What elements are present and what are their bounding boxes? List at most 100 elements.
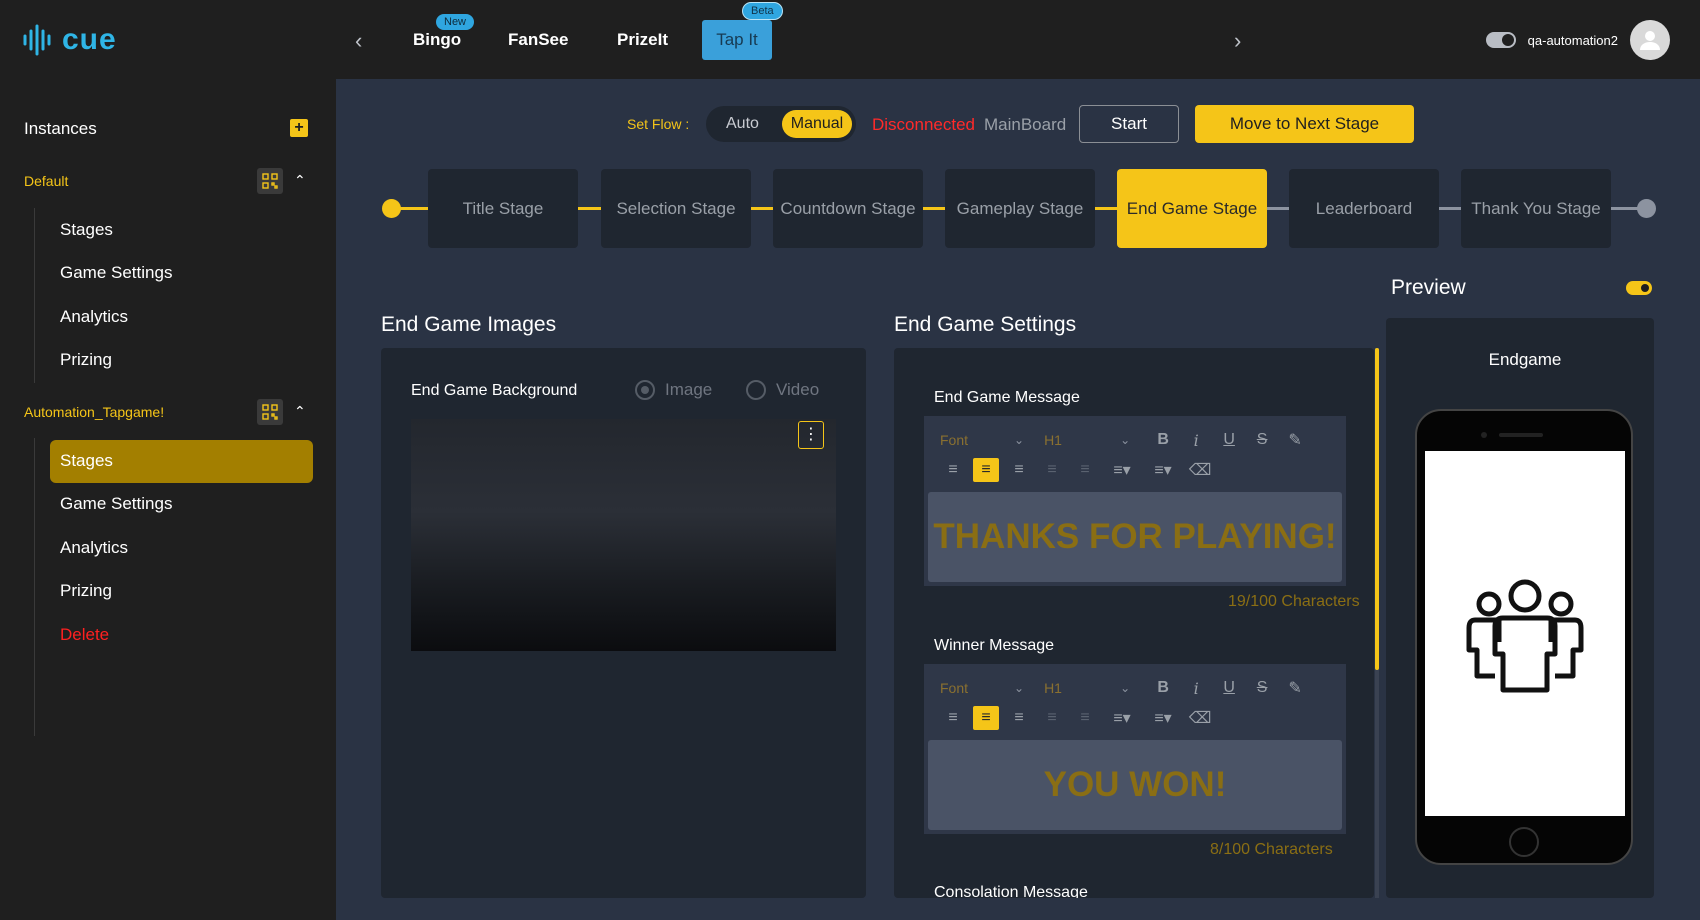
new-badge: New xyxy=(436,14,475,30)
editor-toolbar-row: ≡ ≡ ≡ ≡ ≡ ≡▾ ≡▾ ⌫ xyxy=(940,706,1220,730)
nav-item-label: Tap It xyxy=(716,30,758,49)
timeline-connector xyxy=(400,207,428,210)
winner-message-text[interactable]: YOU WON! xyxy=(928,740,1342,830)
nav-item-prizeit[interactable]: PrizeIt xyxy=(617,30,668,50)
italic-icon[interactable]: i xyxy=(1183,428,1209,452)
stage-leaderboard[interactable]: Leaderboard xyxy=(1289,169,1439,248)
radio-icon xyxy=(635,380,655,400)
bold-icon[interactable]: B xyxy=(1150,428,1176,452)
end-game-message-label: End Game Message xyxy=(934,389,1080,406)
editor-toolbar-row: ≡ ≡ ≡ ≡ ≡ ≡▾ ≡▾ ⌫ xyxy=(940,458,1220,482)
indent-icon[interactable]: ≡ xyxy=(1072,458,1098,482)
more-options-icon[interactable]: ⋮ xyxy=(798,421,824,449)
bold-icon[interactable]: B xyxy=(1150,676,1176,700)
move-next-stage-button[interactable]: Move to Next Stage xyxy=(1195,105,1414,143)
sidebar-item-stages-active[interactable]: Stages xyxy=(60,451,113,471)
underline-icon[interactable]: U xyxy=(1216,428,1242,452)
indent-icon[interactable]: ≡ xyxy=(1072,706,1098,730)
sidebar-item-prizing[interactable]: Prizing xyxy=(60,581,112,601)
qr-code-icon[interactable] xyxy=(257,168,283,194)
heading-select[interactable]: H1 xyxy=(1044,680,1120,696)
start-button[interactable]: Start xyxy=(1079,105,1179,143)
consolation-message-label: Consolation Message xyxy=(934,884,1088,898)
align-right-icon[interactable]: ≡ xyxy=(1006,706,1032,730)
stage-countdown[interactable]: Countdown Stage xyxy=(773,169,923,248)
chevron-down-icon[interactable]: ⌄ xyxy=(1120,433,1130,447)
avatar[interactable] xyxy=(1630,20,1670,60)
bullet-list-icon[interactable]: ≡▾ xyxy=(1146,706,1180,730)
chevron-down-icon[interactable]: ⌄ xyxy=(1014,681,1024,695)
stage-selection[interactable]: Selection Stage xyxy=(601,169,751,248)
timeline-start-dot xyxy=(382,199,401,218)
bullet-list-icon[interactable]: ≡▾ xyxy=(1146,458,1180,482)
flow-auto-option[interactable]: Auto xyxy=(726,115,759,133)
sidebar-item-game-settings[interactable]: Game Settings xyxy=(60,494,172,514)
sidebar-item-delete[interactable]: Delete xyxy=(60,625,109,645)
preview-title: Preview xyxy=(1391,276,1466,299)
flow-manual-option[interactable]: Manual xyxy=(782,110,852,138)
eraser-icon[interactable]: ⌫ xyxy=(1187,458,1213,482)
timeline-connector xyxy=(751,207,773,210)
timeline-end-dot xyxy=(1637,199,1656,218)
align-center-icon[interactable]: ≡ xyxy=(973,706,999,730)
numbered-list-icon[interactable]: ≡▾ xyxy=(1105,706,1139,730)
stage-gameplay[interactable]: Gameplay Stage xyxy=(945,169,1095,248)
add-instance-icon[interactable]: + xyxy=(290,119,308,137)
stage-end-game[interactable]: End Game Stage xyxy=(1117,169,1267,248)
nav-prev-arrow-icon[interactable]: ‹ xyxy=(355,28,362,54)
nav-item-label: PrizeIt xyxy=(617,30,669,49)
sidebar-item-game-settings[interactable]: Game Settings xyxy=(60,263,172,283)
username: qa-automation2 xyxy=(1527,32,1618,48)
nav-item-fansee[interactable]: FanSee xyxy=(508,30,568,50)
end-game-message-text[interactable]: THANKS FOR PLAYING! xyxy=(928,492,1342,582)
nav-item-bingo[interactable]: New Bingo xyxy=(413,14,475,50)
align-right-icon[interactable]: ≡ xyxy=(1006,458,1032,482)
tree-line xyxy=(34,208,35,383)
stage-thank-you[interactable]: Thank You Stage xyxy=(1461,169,1611,248)
highlight-pen-icon[interactable]: ✎ xyxy=(1282,676,1308,700)
underline-icon[interactable]: U xyxy=(1216,676,1242,700)
settings-section-title: End Game Settings xyxy=(894,313,1077,336)
qr-code-icon[interactable] xyxy=(257,399,283,425)
group-default[interactable]: Default xyxy=(24,173,68,189)
nav-item-tapit[interactable]: Beta Tap It xyxy=(702,2,783,60)
connection-status: Disconnected xyxy=(872,115,976,134)
align-left-icon[interactable]: ≡ xyxy=(940,458,966,482)
media-video-option[interactable]: Video xyxy=(746,380,819,400)
chevron-down-icon[interactable]: ⌄ xyxy=(1120,681,1130,695)
stage-title[interactable]: Title Stage xyxy=(428,169,578,248)
timeline-connector xyxy=(1095,207,1117,210)
radio-icon xyxy=(746,380,766,400)
highlight-pen-icon[interactable]: ✎ xyxy=(1282,428,1308,452)
logo-text: cue xyxy=(62,23,117,56)
chevron-up-icon[interactable]: ⌃ xyxy=(294,403,306,420)
nav-next-arrow-icon[interactable]: › xyxy=(1234,28,1241,54)
sidebar-item-stages[interactable]: Stages xyxy=(60,220,113,240)
theme-toggle[interactable] xyxy=(1485,32,1516,48)
outdent-icon[interactable]: ≡ xyxy=(1039,706,1065,730)
preview-toggle[interactable] xyxy=(1626,281,1652,295)
sidebar-item-analytics[interactable]: Analytics xyxy=(60,538,128,558)
sidebar: Instances + Default ⌃ Stages Game Settin… xyxy=(0,79,336,920)
numbered-list-icon[interactable]: ≡▾ xyxy=(1105,458,1139,482)
logo[interactable]: cue xyxy=(22,22,117,58)
outdent-icon[interactable]: ≡ xyxy=(1039,458,1065,482)
strikethrough-icon[interactable]: S xyxy=(1249,428,1275,452)
strikethrough-icon[interactable]: S xyxy=(1249,676,1275,700)
media-image-option[interactable]: Image xyxy=(635,380,712,400)
font-select[interactable]: Font xyxy=(940,432,1014,448)
align-left-icon[interactable]: ≡ xyxy=(940,706,966,730)
sidebar-item-prizing[interactable]: Prizing xyxy=(60,350,112,370)
font-select[interactable]: Font xyxy=(940,680,1014,696)
italic-icon[interactable]: i xyxy=(1183,676,1209,700)
eraser-icon[interactable]: ⌫ xyxy=(1187,706,1213,730)
heading-select[interactable]: H1 xyxy=(1044,432,1120,448)
align-center-icon[interactable]: ≡ xyxy=(973,458,999,482)
background-image-preview[interactable] xyxy=(411,419,836,651)
chevron-down-icon[interactable]: ⌄ xyxy=(1014,433,1024,447)
sidebar-item-analytics[interactable]: Analytics xyxy=(60,307,128,327)
audio-wave-icon xyxy=(23,24,51,56)
group-automation-tapgame[interactable]: Automation_Tapgame! xyxy=(24,404,164,420)
chevron-up-icon[interactable]: ⌃ xyxy=(294,172,306,189)
settings-scrollbar-thumb[interactable] xyxy=(1375,348,1379,670)
